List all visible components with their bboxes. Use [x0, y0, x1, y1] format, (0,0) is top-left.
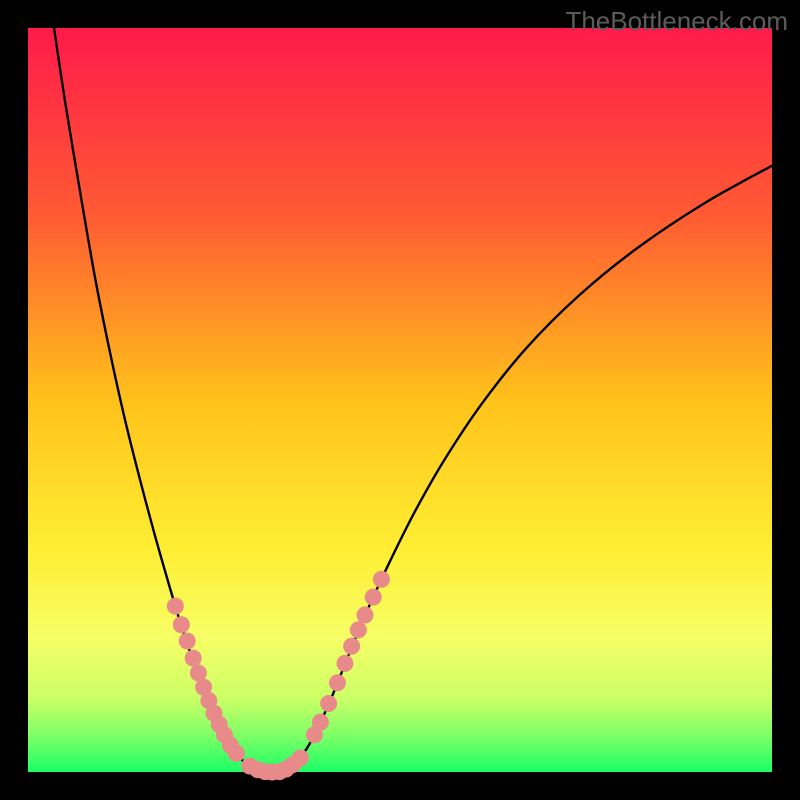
marker-right-markers [343, 638, 360, 655]
marker-right-markers [357, 607, 374, 624]
marker-left-markers [185, 650, 202, 667]
chart-svg [0, 0, 800, 800]
marker-right-markers [365, 589, 382, 606]
marker-right-markers [320, 695, 337, 712]
marker-right-markers [373, 571, 390, 588]
marker-left-markers [173, 616, 190, 633]
marker-right-markers [292, 749, 309, 766]
watermark-text: TheBottleneck.com [565, 6, 788, 37]
bottleneck-chart: TheBottleneck.com [0, 0, 800, 800]
marker-right-markers [312, 714, 329, 731]
marker-right-markers [350, 621, 367, 638]
plot-background [28, 28, 772, 772]
marker-right-markers [329, 674, 346, 691]
marker-left-markers [179, 633, 196, 650]
marker-left-markers [228, 745, 245, 762]
marker-right-markers [336, 655, 353, 672]
marker-left-markers [167, 598, 184, 615]
